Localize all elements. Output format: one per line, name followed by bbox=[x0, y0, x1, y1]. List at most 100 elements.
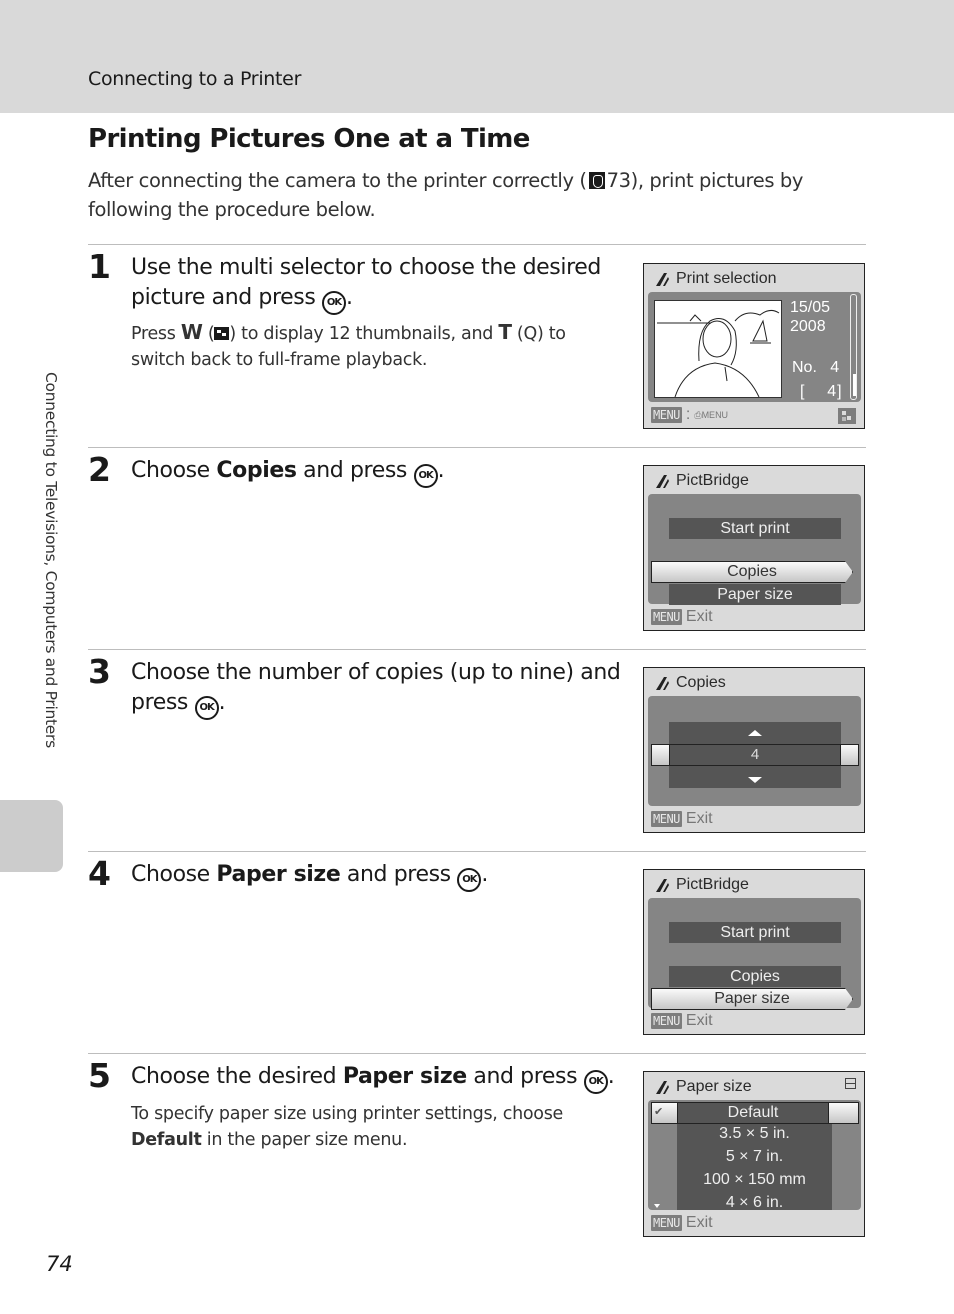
menu-button-icon: MENU bbox=[651, 407, 682, 423]
paper-size-option-default[interactable]: Default bbox=[677, 1102, 829, 1124]
screen-footer: MENU Exit bbox=[651, 810, 713, 828]
date-year: 2008 bbox=[790, 318, 826, 335]
decrement-arrow-icon[interactable] bbox=[748, 777, 762, 783]
screen-title: Paper size bbox=[654, 1078, 752, 1096]
step-instruction: Choose the desired Paper size and press … bbox=[131, 1062, 651, 1094]
pictbridge-icon bbox=[656, 1081, 669, 1094]
camera-screen-pictbridge: PictBridge Start print Copies Paper size… bbox=[643, 465, 865, 631]
step-text: Use the multi selector to choose the des… bbox=[131, 255, 601, 310]
step-text-end: . bbox=[346, 285, 353, 310]
note-option-name: Default bbox=[131, 1130, 202, 1150]
check-icon: ✔ bbox=[654, 1106, 664, 1118]
exit-label[interactable]: Exit bbox=[686, 1012, 713, 1030]
page-number: 74 bbox=[46, 1252, 73, 1276]
exit-label[interactable]: Exit bbox=[686, 810, 713, 828]
menu-option-name: Paper size bbox=[342, 1064, 467, 1089]
t-key-label: T bbox=[498, 320, 512, 344]
reference-icon bbox=[588, 172, 605, 189]
step-text-end: . bbox=[481, 862, 488, 887]
intro-text: After connecting the camera to the print… bbox=[88, 169, 587, 192]
step-text: and press bbox=[340, 862, 458, 887]
camera-screen-copies: Copies 4 MENU Exit bbox=[643, 667, 865, 833]
scroll-down-icon[interactable] bbox=[654, 1204, 660, 1208]
thumbnail-playback-icon bbox=[214, 327, 230, 340]
step-text: Choose bbox=[131, 862, 217, 887]
ok-button-icon: OK bbox=[413, 464, 438, 488]
camera-screen-pictbridge: PictBridge Start print Copies Paper size… bbox=[643, 869, 865, 1035]
print-menu-label: MENU bbox=[701, 409, 729, 420]
menu-item-copies[interactable]: Copies bbox=[669, 966, 841, 987]
side-tab-label: Connecting to Televisions, Computers and… bbox=[42, 372, 60, 748]
pictbridge-icon bbox=[656, 677, 669, 690]
menu-button-icon: MENU bbox=[651, 811, 682, 827]
step-text-end: . bbox=[437, 458, 445, 483]
screen-title: PictBridge bbox=[654, 876, 749, 894]
scroll-thumb[interactable] bbox=[853, 374, 856, 396]
step-number: 2 bbox=[88, 450, 111, 489]
note-text: To specify paper size using printer sett… bbox=[131, 1104, 563, 1124]
photo-thumbnail[interactable] bbox=[654, 300, 782, 398]
paper-size-option[interactable]: 3.5 × 5 in. bbox=[677, 1125, 832, 1143]
date-readout: 15/05 2008 bbox=[790, 298, 830, 336]
playback-zoom-icon: Q bbox=[523, 324, 537, 344]
step-number: 5 bbox=[88, 1056, 111, 1095]
menu-button-icon: MENU bbox=[651, 1013, 682, 1029]
no-label: No. bbox=[792, 359, 817, 376]
exit-label[interactable]: Exit bbox=[686, 1214, 713, 1232]
pictbridge-icon bbox=[656, 475, 669, 488]
w-key-label: W bbox=[180, 320, 203, 344]
step-instruction: Choose Paper size and press OK. bbox=[131, 860, 621, 892]
camera-screen-print-selection: Print selection 15/05 2008 No. 4 [ 4] MEN… bbox=[643, 263, 865, 429]
menu-item-start-print[interactable]: Start print bbox=[669, 518, 841, 539]
print-menu-icon: ⎙MENU bbox=[694, 409, 729, 420]
step-text: Choose bbox=[131, 458, 217, 483]
screen-footer: MENU Exit bbox=[651, 608, 713, 626]
count-bracket: [ bbox=[800, 383, 806, 400]
screen-title: PictBridge bbox=[654, 472, 749, 490]
menu-item-paper-size-selected[interactable]: Paper size bbox=[651, 988, 853, 1010]
menu-button-icon: MENU bbox=[651, 609, 682, 625]
screen-title-text: Paper size bbox=[676, 1078, 752, 1095]
paper-size-option[interactable]: 4 × 6 in. bbox=[677, 1194, 832, 1212]
ok-button-icon: OK bbox=[194, 696, 219, 720]
ok-button-icon: OK bbox=[457, 868, 482, 892]
screen-footer: MENU : ⎙MENU bbox=[651, 406, 728, 424]
step-text-end: . bbox=[607, 1064, 615, 1089]
copies-value[interactable]: 4 bbox=[669, 744, 841, 766]
footer-separator: : bbox=[685, 406, 691, 423]
image-number: No. 4 bbox=[792, 359, 839, 377]
pictbridge-icon bbox=[656, 273, 669, 286]
running-head: Connecting to a Printer bbox=[88, 68, 302, 90]
step-instruction: Choose the number of copies (up to nine)… bbox=[131, 658, 621, 720]
photo-illustration bbox=[657, 309, 780, 398]
count-value: 4] bbox=[827, 383, 843, 400]
step-note: To specify paper size using printer sett… bbox=[131, 1101, 601, 1153]
screen-title-text: PictBridge bbox=[676, 472, 749, 489]
camera-screen-paper-size: Paper size ✔ Default 3.5 × 5 in. 5 × 7 i… bbox=[643, 1071, 865, 1237]
ok-button-icon: OK bbox=[583, 1070, 608, 1094]
step-instruction: Use the multi selector to choose the des… bbox=[131, 253, 621, 315]
print-count: [ 4] bbox=[800, 383, 843, 401]
page-reference-link[interactable]: 73 bbox=[607, 169, 631, 192]
menu-item-copies-selected[interactable]: Copies bbox=[651, 561, 853, 583]
paper-size-option[interactable]: 100 × 150 mm bbox=[677, 1171, 832, 1189]
screen-title-text: Copies bbox=[676, 674, 726, 691]
exit-label[interactable]: Exit bbox=[686, 608, 713, 626]
step-text: Choose the desired bbox=[131, 1064, 343, 1089]
ok-button-icon: OK bbox=[322, 291, 346, 315]
paper-size-option[interactable]: 5 × 7 in. bbox=[677, 1148, 832, 1166]
battery-icon bbox=[845, 1078, 856, 1089]
screen-title-text: Print selection bbox=[676, 270, 777, 287]
note-text: ( bbox=[511, 324, 524, 344]
thumbnail-grid-icon[interactable] bbox=[838, 408, 856, 424]
pictbridge-icon bbox=[656, 879, 669, 892]
menu-item-start-print[interactable]: Start print bbox=[669, 922, 841, 943]
intro-paragraph: After connecting the camera to the print… bbox=[88, 166, 848, 224]
menu-item-paper-size[interactable]: Paper size bbox=[669, 584, 841, 605]
note-text: Press bbox=[131, 324, 181, 344]
note-text: ( bbox=[202, 324, 215, 344]
page-title: Printing Pictures One at a Time bbox=[88, 124, 530, 154]
menu-option-name: Paper size bbox=[216, 862, 341, 887]
increment-arrow-icon[interactable] bbox=[748, 730, 762, 736]
step-number: 1 bbox=[88, 247, 111, 286]
